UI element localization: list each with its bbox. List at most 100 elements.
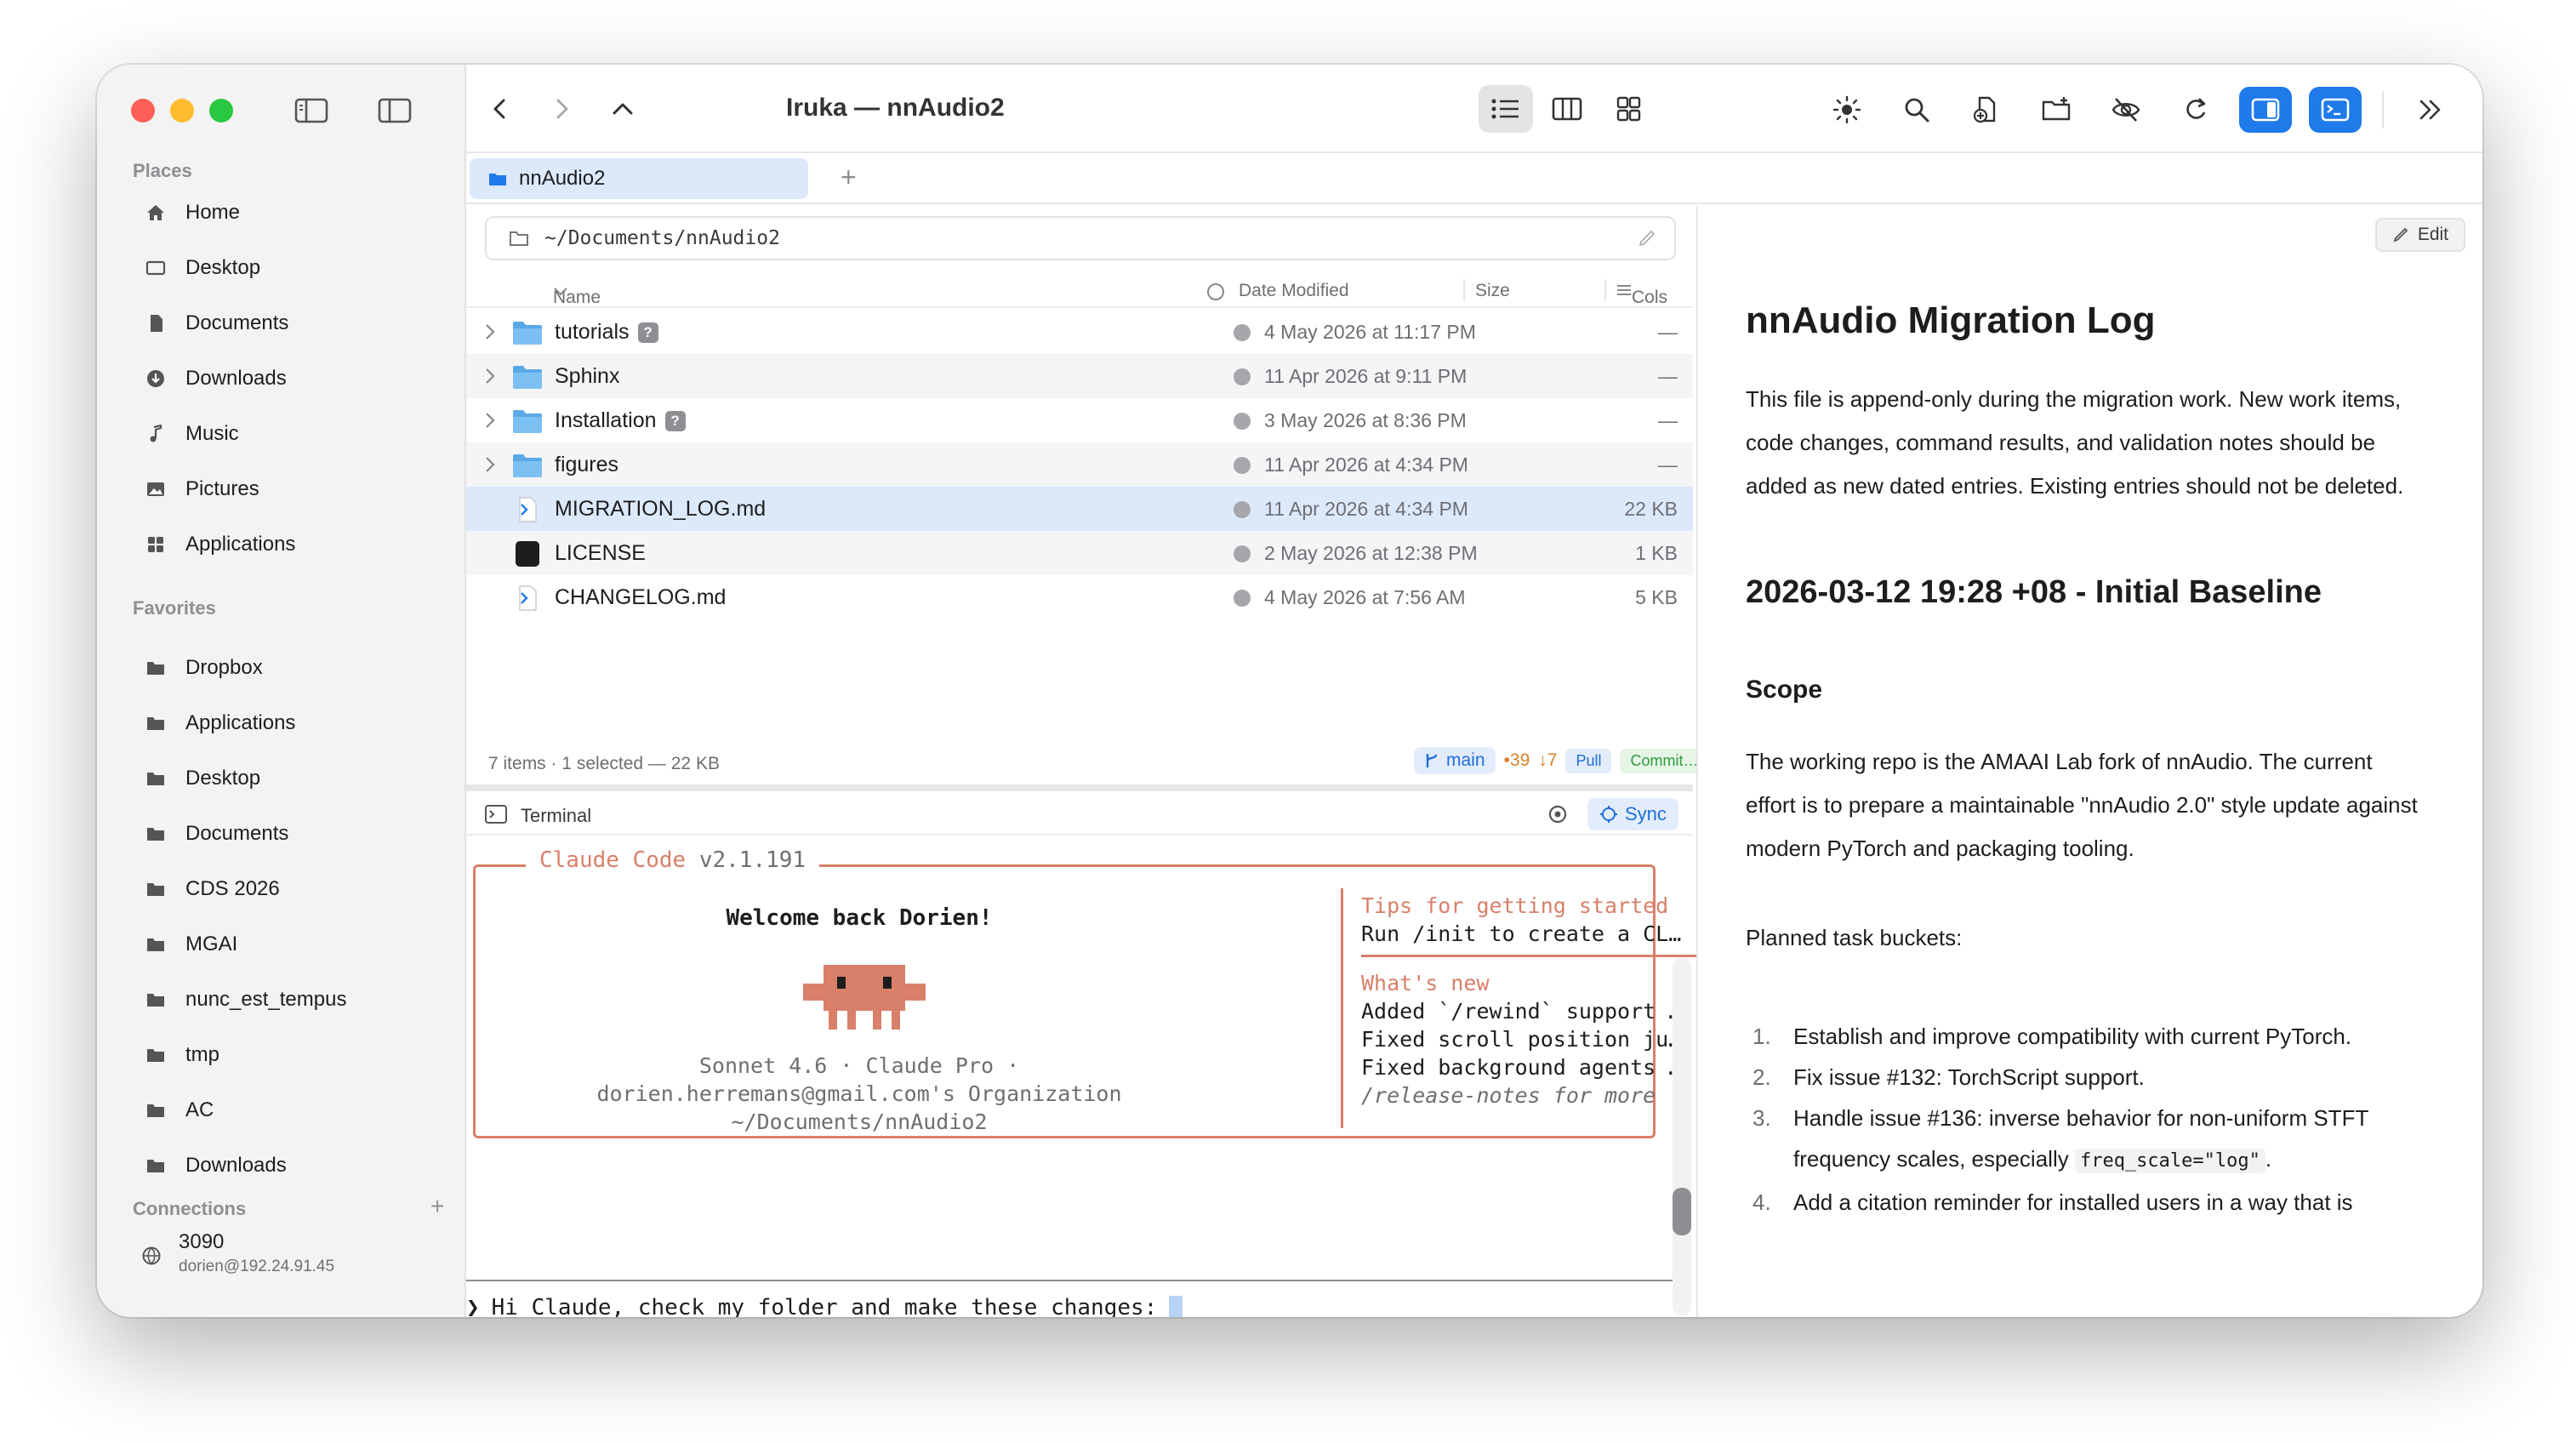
folder-row[interactable]: Sphinx 11 Apr 2026 at 9:11 PM —: [466, 354, 1693, 398]
folder-row[interactable]: figures 11 Apr 2026 at 4:34 PM —: [466, 442, 1693, 487]
scrollbar-thumb[interactable]: [1673, 1188, 1691, 1235]
column-name-header[interactable]: Name: [553, 281, 601, 307]
list-item: 2. Fix issue #132: TorchScript support.: [1746, 1057, 2426, 1098]
sidebar-item-applications[interactable]: Applications: [145, 528, 295, 562]
sidebar-item-home[interactable]: Home: [145, 196, 240, 230]
file-name: Sphinx: [555, 364, 619, 389]
tab-bar: nnAudio2 +: [466, 153, 2482, 204]
terminal-scrollbar[interactable]: [1673, 958, 1691, 1315]
file-size: 1 KB: [1635, 542, 1678, 564]
column-date-header[interactable]: Date Modified: [1239, 281, 1349, 301]
chevron-right-icon[interactable]: [483, 410, 497, 431]
add-connection-button[interactable]: +: [430, 1193, 444, 1220]
connection-item-3090[interactable]: 3090 dorien@192.24.91.45: [141, 1230, 334, 1276]
list-number: 1.: [1752, 1024, 1771, 1049]
new-folder-button[interactable]: [2030, 87, 2083, 133]
chevron-right-icon[interactable]: [483, 454, 497, 475]
scope-paragraph: The working repo is the AMAAI Lab fork o…: [1746, 749, 2418, 861]
file-size: —: [1658, 365, 1678, 387]
search-button[interactable]: [1890, 87, 1943, 133]
sidebar-right-toggle-icon[interactable]: [378, 97, 412, 124]
forward-button[interactable]: [544, 92, 578, 126]
server-icon: [141, 1246, 163, 1276]
file-size: 22 KB: [1624, 498, 1678, 520]
git-commit-button[interactable]: Commit…: [1620, 748, 1709, 773]
column-size-header[interactable]: Size: [1475, 281, 1510, 301]
terminal-icon: [485, 805, 507, 829]
new-file-button[interactable]: [1960, 87, 2013, 133]
grid-view-button[interactable]: [1601, 85, 1656, 133]
path-bar[interactable]: ~/Documents/nnAudio2: [485, 216, 1676, 260]
sidebar-favorite-item[interactable]: nunc_est_tempus: [145, 983, 346, 1017]
folder-row[interactable]: Installation? 3 May 2026 at 8:36 PM —: [466, 398, 1693, 442]
sidebar-favorite-item[interactable]: CDS 2026: [145, 872, 280, 906]
sidebar-item-downloads[interactable]: Downloads: [145, 362, 287, 396]
toggle-terminal-button[interactable]: [2309, 87, 2362, 133]
git-branch-label: main: [1446, 750, 1485, 770]
sidebar-item-music[interactable]: Music: [145, 417, 239, 451]
git-pull-button[interactable]: Pull: [1565, 748, 1612, 773]
toolbar-actions: [1821, 87, 2457, 133]
sidebar-left-toggle-icon[interactable]: [294, 97, 328, 124]
edit-label: Edit: [2417, 225, 2448, 244]
sidebar-favorite-item[interactable]: MGAI: [145, 927, 237, 961]
git-branch-button[interactable]: main: [1414, 747, 1496, 774]
toggle-hidden-files-button[interactable]: [2100, 87, 2152, 133]
pane-splitter[interactable]: [466, 784, 1693, 791]
edit-button[interactable]: Edit: [2374, 218, 2465, 252]
status-column-icon[interactable]: [1206, 282, 1225, 306]
sidebar-favorite-item[interactable]: Dropbox: [145, 651, 263, 685]
chevron-right-icon[interactable]: [483, 322, 497, 342]
pencil-icon[interactable]: [1637, 228, 1657, 254]
sidebar-favorite-item[interactable]: Documents: [145, 817, 288, 851]
file-name-text: CHANGELOG.md: [555, 585, 727, 609]
sidebar-item-desktop[interactable]: Desktop: [145, 251, 260, 285]
more-tools-button[interactable]: [2404, 87, 2457, 133]
sidebar-favorite-item[interactable]: Desktop: [145, 761, 260, 796]
folder-icon: [513, 366, 542, 389]
sidebar-favorite-item[interactable]: tmp: [145, 1038, 219, 1072]
claude-code-welcome-left: Welcome back Dorien! Sonnet 4.6 · Claude…: [473, 864, 1245, 1138]
folder-icon: [145, 1101, 167, 1120]
file-row[interactable]: CHANGELOG.md 4 May 2026 at 7:56 AM 5 KB: [466, 575, 1693, 619]
status-dot: [1234, 413, 1251, 430]
sidebar: Places Home Desktop Documents Downloads …: [97, 65, 466, 1317]
folder-row[interactable]: tutorials? 4 May 2026 at 11:17 PM —: [466, 310, 1693, 354]
app-window: Places Home Desktop Documents Downloads …: [97, 65, 2482, 1317]
tips-heading: Tips for getting started: [1361, 893, 1669, 918]
browser-status-bar: 7 items · 1 selected — 22 KB main •39 ↓7…: [466, 740, 1709, 784]
sidebar-favorite-item[interactable]: Applications: [145, 706, 295, 740]
prompt-input[interactable]: ❯ Hi Claude, check my folder and make th…: [466, 1295, 1183, 1317]
parent-folder-button[interactable]: [606, 92, 640, 126]
terminal-settings-icon[interactable]: [1547, 803, 1569, 830]
sidebar-favorite-item[interactable]: Downloads: [145, 1149, 287, 1183]
toggle-preview-pane-button[interactable]: [2239, 87, 2292, 133]
close-window-button[interactable]: [131, 99, 155, 123]
window-title: Iruka — nnAudio2: [786, 94, 1005, 122]
sidebar-item-label: Documents: [185, 822, 289, 845]
toolbar-divider: [2382, 91, 2384, 128]
welcome-message: Welcome back Dorien!: [726, 905, 993, 931]
chevron-left-icon: [493, 99, 505, 119]
terminal-sync-button[interactable]: Sync: [1587, 798, 1678, 830]
list-view-button[interactable]: [1479, 85, 1533, 133]
minimize-window-button[interactable]: [170, 99, 194, 123]
new-tab-button[interactable]: +: [841, 162, 857, 193]
appearance-button[interactable]: [1821, 87, 1873, 133]
refresh-button[interactable]: [2169, 87, 2222, 133]
back-button[interactable]: [483, 92, 517, 126]
file-row[interactable]: MIGRATION_LOG.md 11 Apr 2026 at 4:34 PM 22…: [466, 487, 1693, 531]
file-row[interactable]: LICENSE 2 May 2026 at 12:38 PM 1 KB: [466, 531, 1693, 575]
zoom-window-button[interactable]: [209, 99, 233, 123]
sidebar-item-label: Downloads: [185, 1154, 287, 1177]
sidebar-item-label: Music: [185, 422, 239, 445]
column-view-button[interactable]: [1540, 85, 1594, 133]
sidebar-favorite-item[interactable]: AC: [145, 1093, 214, 1127]
tab-nnaudio2[interactable]: nnAudio2: [470, 158, 808, 199]
sidebar-item-pictures[interactable]: Pictures: [145, 472, 259, 506]
terminal-icon: [2321, 98, 2350, 122]
chevron-right-icon[interactable]: [483, 366, 497, 386]
columns-menu-button[interactable]: Cols: [1616, 281, 1667, 307]
crosshair-icon: [1600, 806, 1617, 823]
sidebar-item-documents[interactable]: Documents: [145, 306, 288, 340]
